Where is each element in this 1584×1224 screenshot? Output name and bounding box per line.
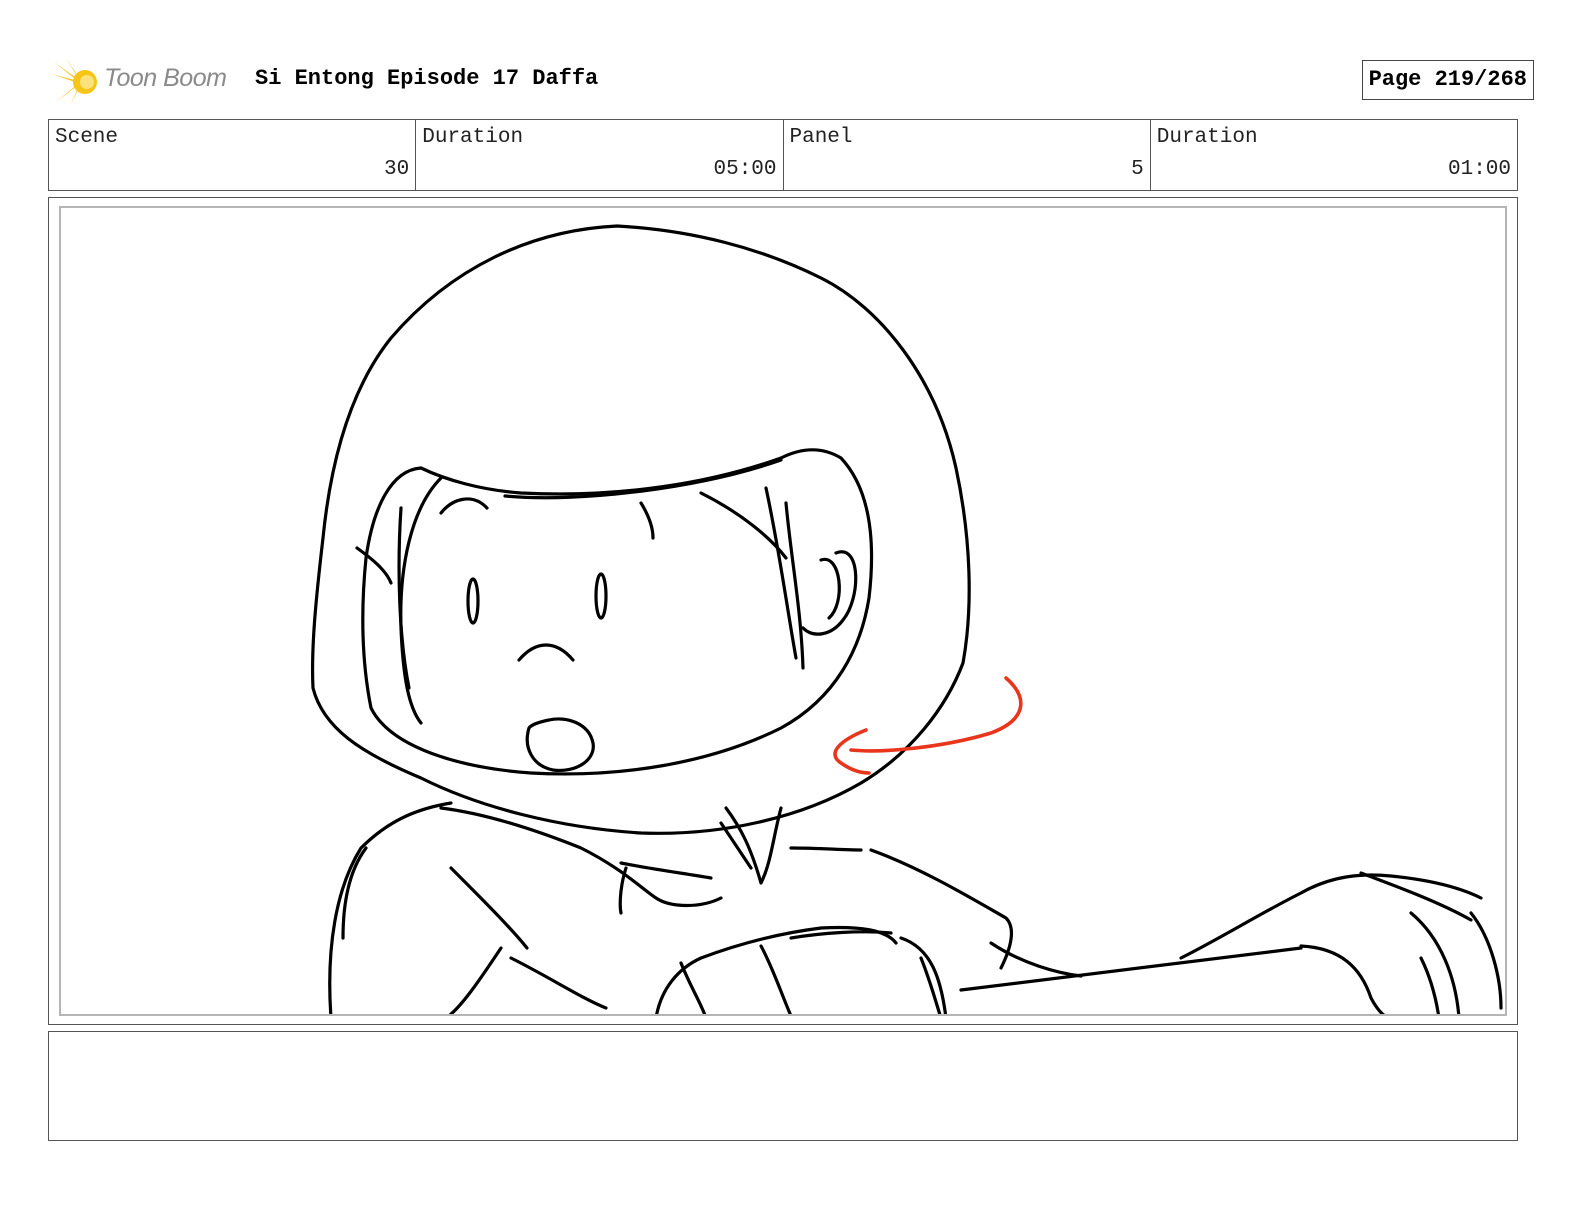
left-hand	[655, 925, 898, 1014]
storyboard-panel	[59, 206, 1507, 1016]
nose	[517, 643, 575, 662]
scene-duration-label: Duration	[422, 126, 524, 149]
panel-notes	[48, 1031, 1518, 1141]
scene-label: Scene	[55, 126, 119, 149]
toon-boom-logo: Toon Boom	[52, 56, 242, 108]
page-header: Toon Boom Si Entong Episode 17 Daffa Pag…	[52, 52, 1534, 108]
shirt-left	[328, 801, 453, 1014]
storyboard-panel-frame	[48, 197, 1518, 1025]
ear	[801, 550, 858, 636]
right-eye	[594, 572, 608, 620]
panel-label: Panel	[789, 126, 853, 149]
document-title: Si Entong Episode 17 Daffa	[255, 66, 599, 91]
panel-duration-label: Duration	[1156, 126, 1258, 149]
page-counter: Page 219/268	[1361, 60, 1534, 100]
panel-value: 5	[1131, 158, 1144, 181]
scene-cell: Scene 30	[49, 120, 417, 190]
helmet-visor	[361, 448, 874, 776]
scene-duration-value: 05:00	[713, 158, 777, 181]
left-eye	[466, 577, 480, 625]
panel-cell: Panel 5	[784, 120, 1151, 190]
character-sketch	[310, 224, 1503, 1014]
scene-info-row: Scene 30 Duration 05:00 Panel 5 Duration…	[48, 119, 1518, 191]
right-hand	[1179, 873, 1483, 960]
eyebrow	[439, 497, 489, 515]
hair-strand	[399, 476, 443, 725]
panel-duration-cell: Duration 01:00	[1151, 120, 1517, 190]
scene-duration-cell: Duration 05:00	[416, 120, 784, 190]
panel-duration-value: 01:00	[1447, 158, 1511, 181]
mouth	[525, 717, 595, 773]
scene-value: 30	[384, 158, 410, 181]
logo-text: Toon Boom	[104, 64, 227, 92]
starburst-icon	[52, 58, 97, 106]
